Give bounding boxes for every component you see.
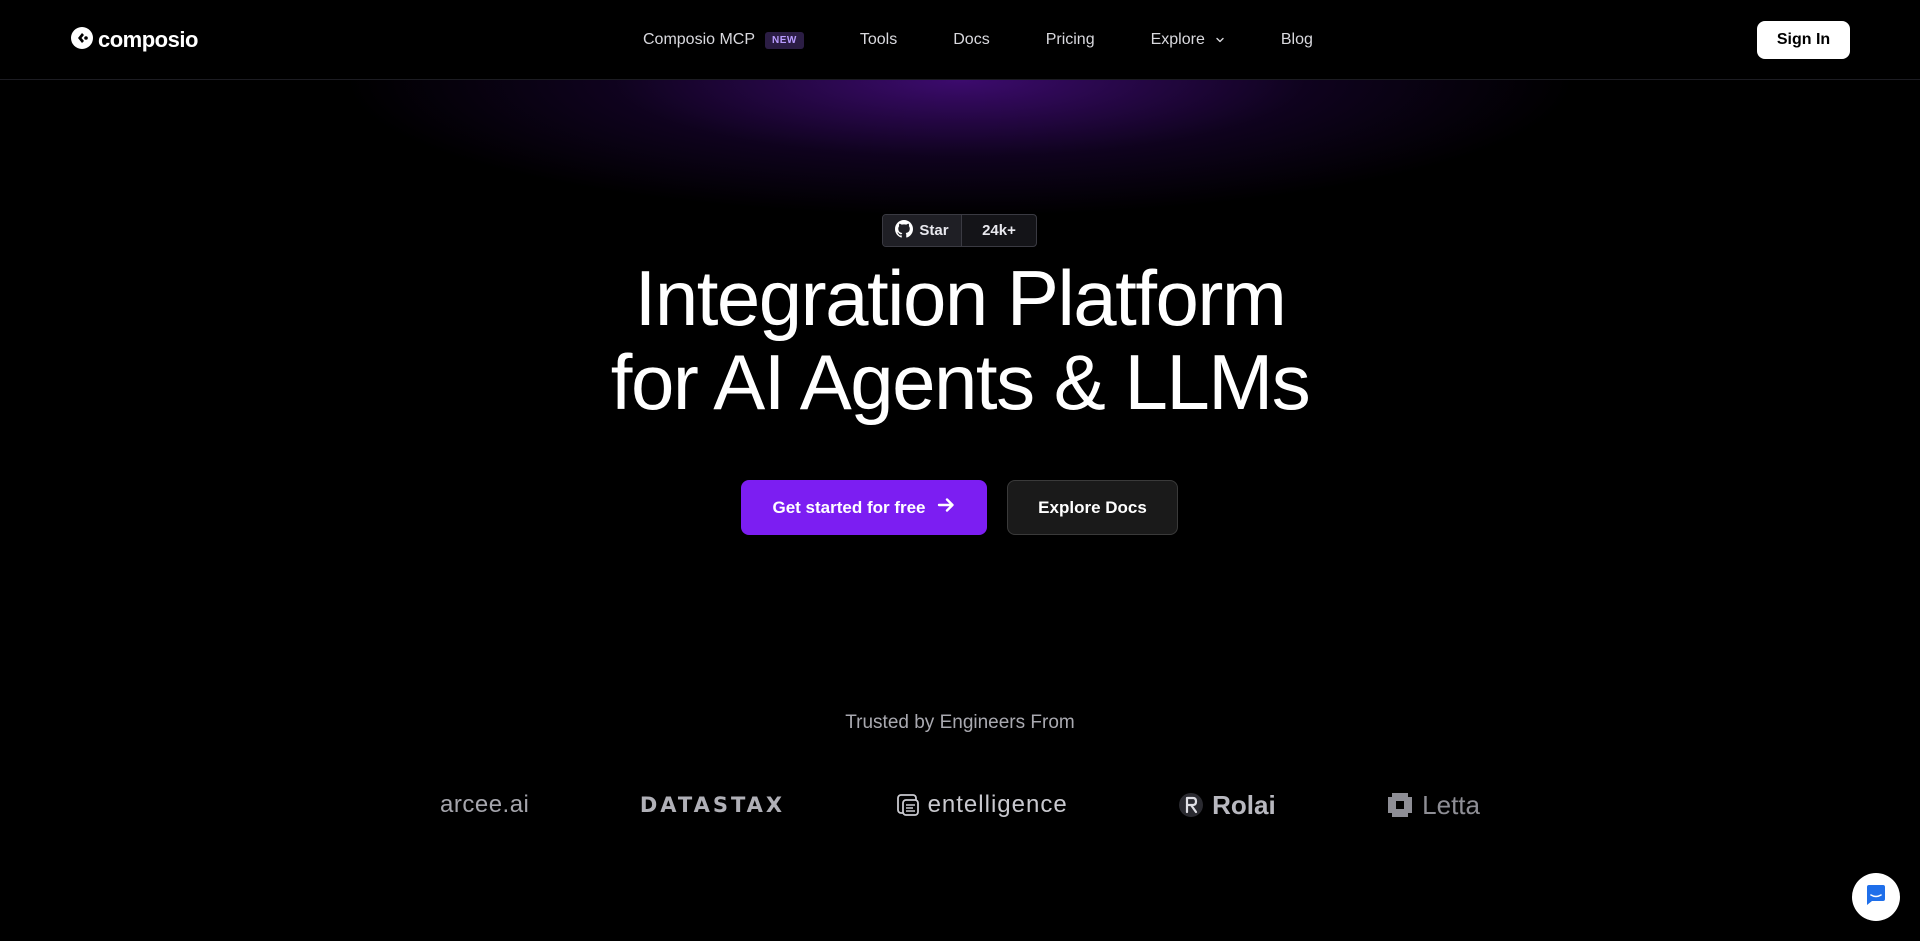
sign-in-button[interactable]: Sign In bbox=[1757, 21, 1850, 59]
nav-item-tools[interactable]: Tools bbox=[860, 31, 897, 49]
headline-line-1: Integration Platform bbox=[634, 254, 1287, 342]
nav-item-blog[interactable]: Blog bbox=[1281, 31, 1313, 49]
get-started-label: Get started for free bbox=[772, 497, 926, 517]
star-count[interactable]: 24k+ bbox=[962, 215, 1036, 246]
chevron-down-icon bbox=[1215, 35, 1225, 45]
logo-letta-text: Letta bbox=[1422, 789, 1480, 820]
logo-letta: Letta bbox=[1386, 790, 1480, 821]
composio-logo[interactable]: composio bbox=[70, 26, 198, 54]
nav-item-label: Blog bbox=[1280, 31, 1313, 48]
logo-rolai: Rolai bbox=[1178, 790, 1276, 821]
github-star-widget: Star 24k+ bbox=[882, 214, 1037, 247]
trusted-logos: arcee.ai DATASTAX entelligence Rolai Let… bbox=[440, 785, 1480, 825]
nav-item-explore[interactable]: Explore bbox=[1151, 31, 1225, 49]
github-icon bbox=[895, 219, 914, 242]
logo-rolai-text: Rolai bbox=[1212, 789, 1276, 820]
logo-datastax-text: DATASTAX bbox=[639, 793, 786, 817]
logo-entelligence: entelligence bbox=[896, 791, 1068, 819]
trusted-heading: Trusted by Engineers From bbox=[845, 712, 1075, 733]
github-star-button[interactable]: Star bbox=[883, 215, 962, 246]
nav-item-composio-mcp[interactable]: Composio MCP NEW bbox=[643, 31, 804, 49]
logo-arcee: arcee.ai bbox=[440, 791, 529, 819]
arrow-right-icon bbox=[936, 495, 956, 520]
letta-icon bbox=[1386, 791, 1414, 819]
hero-headline: Integration Platform for AI Agents & LLM… bbox=[460, 256, 1460, 424]
logo-arcee-text: arcee.ai bbox=[440, 791, 530, 818]
top-navbar: composio Composio MCP NEW Tools Docs Pri… bbox=[0, 0, 1920, 80]
new-badge: NEW bbox=[765, 31, 804, 49]
nav-item-docs[interactable]: Docs bbox=[953, 31, 989, 49]
logo-datastax: DATASTAX bbox=[640, 793, 785, 817]
chat-bubble-icon bbox=[1864, 883, 1888, 912]
chat-launcher[interactable] bbox=[1852, 873, 1900, 921]
star-label: Star bbox=[919, 222, 949, 239]
nav-item-label: Explore bbox=[1150, 31, 1205, 48]
page: composio Composio MCP NEW Tools Docs Pri… bbox=[0, 0, 1920, 941]
nav-item-pricing[interactable]: Pricing bbox=[1046, 31, 1095, 49]
entelligence-icon bbox=[896, 793, 920, 817]
composio-logo-icon bbox=[70, 26, 94, 55]
explore-docs-button[interactable]: Explore Docs bbox=[1007, 480, 1178, 535]
brand-name: composio bbox=[98, 27, 198, 52]
get-started-button[interactable]: Get started for free bbox=[741, 480, 987, 535]
rolai-icon bbox=[1178, 792, 1204, 818]
nav-item-label: Tools bbox=[859, 31, 898, 48]
nav-item-label: Pricing bbox=[1045, 31, 1095, 48]
nav-links: Composio MCP NEW Tools Docs Pricing Expl… bbox=[643, 28, 1313, 52]
nav-item-label: Docs bbox=[953, 31, 990, 48]
logo-entelligence-text: entelligence bbox=[927, 791, 1068, 818]
headline-line-2: for AI Agents & LLMs bbox=[610, 338, 1311, 426]
nav-item-label: Composio MCP bbox=[643, 31, 756, 48]
